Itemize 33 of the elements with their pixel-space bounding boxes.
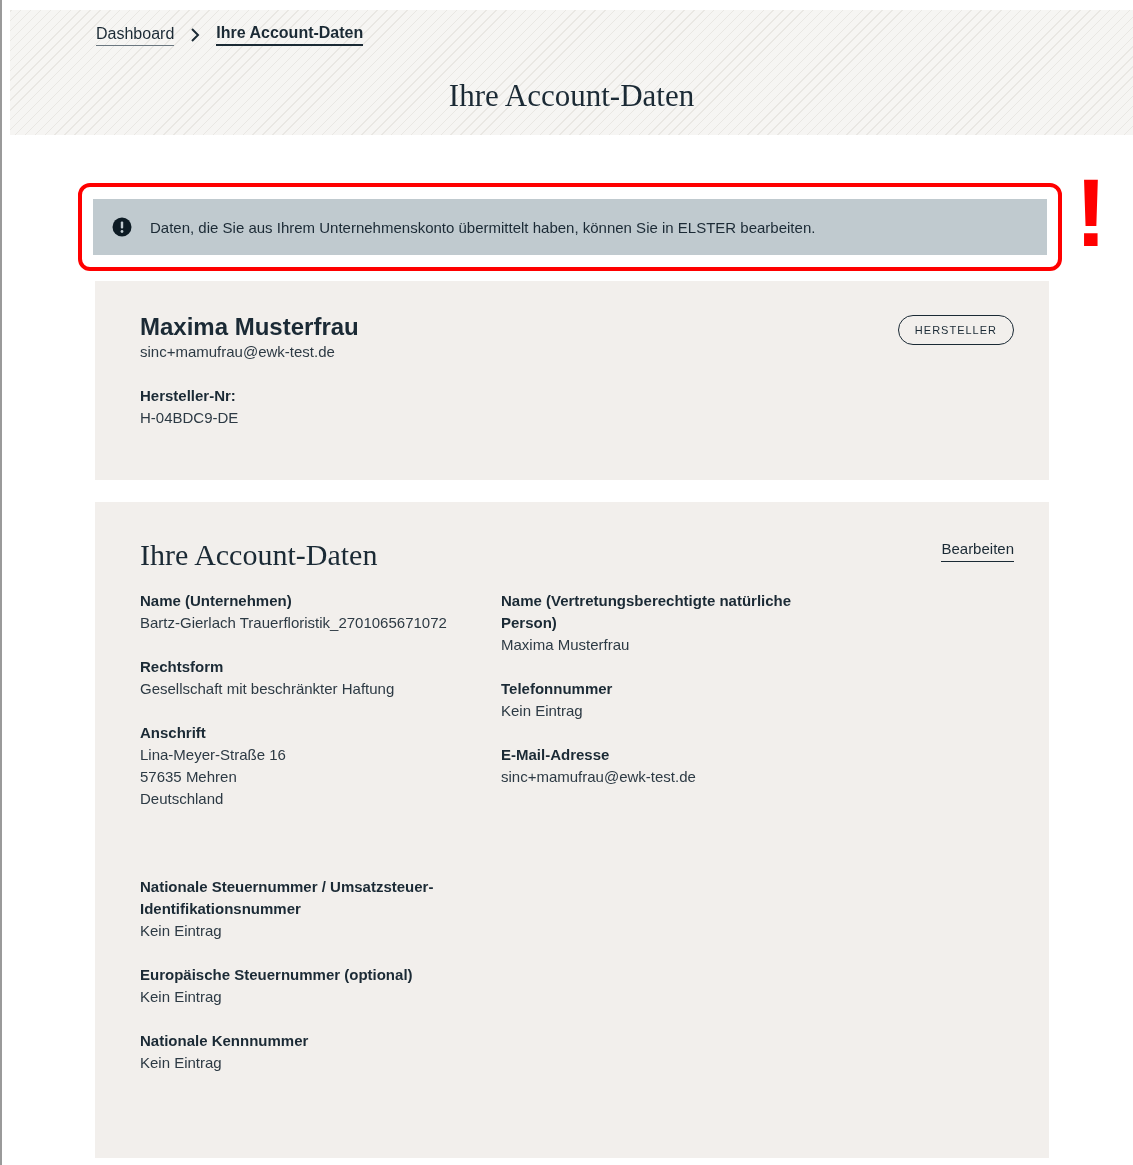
field-label: Europäische Steuernummer (optional) [140,965,414,985]
field-label: Name (Vertretungsberechtigte natürliche Person) [501,591,793,633]
exclamation-icon [112,217,132,237]
field-label: Nationale Steuernummer / Umsatzsteuer-Identifikationsnummer [140,877,435,919]
field-value: Kein Eintrag [140,921,223,941]
field-value: Maxima Musterfrau [501,635,631,655]
chevron-icon [190,27,201,43]
field-value: Lina-Meyer-Straße 16 [140,745,287,765]
field-value: Bartz-Gierlach Trauerfloristik_2701065671072 [140,613,448,633]
section-title: Ihre Account-Daten [140,538,378,572]
field-value: Kein Eintrag [140,987,223,1007]
breadcrumb-link[interactable]: Ihre Account-Daten [216,24,364,46]
page-title: Ihre Account-Daten [447,78,696,114]
field-value: sinc+mamufrau@ewk-test.de [501,767,697,787]
notice-text: Daten, die Sie aus Ihrem Unternehmenskonto übermittelt haben, können Sie in ELSTER bearbeiten. [150,218,816,236]
profile-email: sinc+mamufrau@ewk-test.de [140,342,336,362]
field-value: Kein Eintrag [501,701,584,721]
field-label: Telefonnummer [501,679,614,699]
profile-name: Maxima Musterfrau [140,313,359,341]
field-value: H-04BDC9-DE [140,408,240,428]
field-label: E-Mail-Adresse [501,745,611,765]
field-label: Nationale Kennnummer [140,1031,310,1051]
field-label: Hersteller-Nr: [140,386,237,406]
field-value: Kein Eintrag [140,1053,223,1073]
field-value: Deutschland [140,789,225,809]
field-label: Rechtsform [140,657,225,677]
field-label: Name (Unternehmen) [140,591,293,611]
field-value: 57635 Mehren [140,767,238,787]
field-label: Anschrift [140,723,207,743]
field-value: Gesellschaft mit beschränkter Haftung [140,679,396,699]
edit-link[interactable]: Bearbeiten [941,540,1014,562]
exclamation-mark: ! [1075,165,1107,261]
breadcrumb-link[interactable]: Dashboard [96,24,175,46]
